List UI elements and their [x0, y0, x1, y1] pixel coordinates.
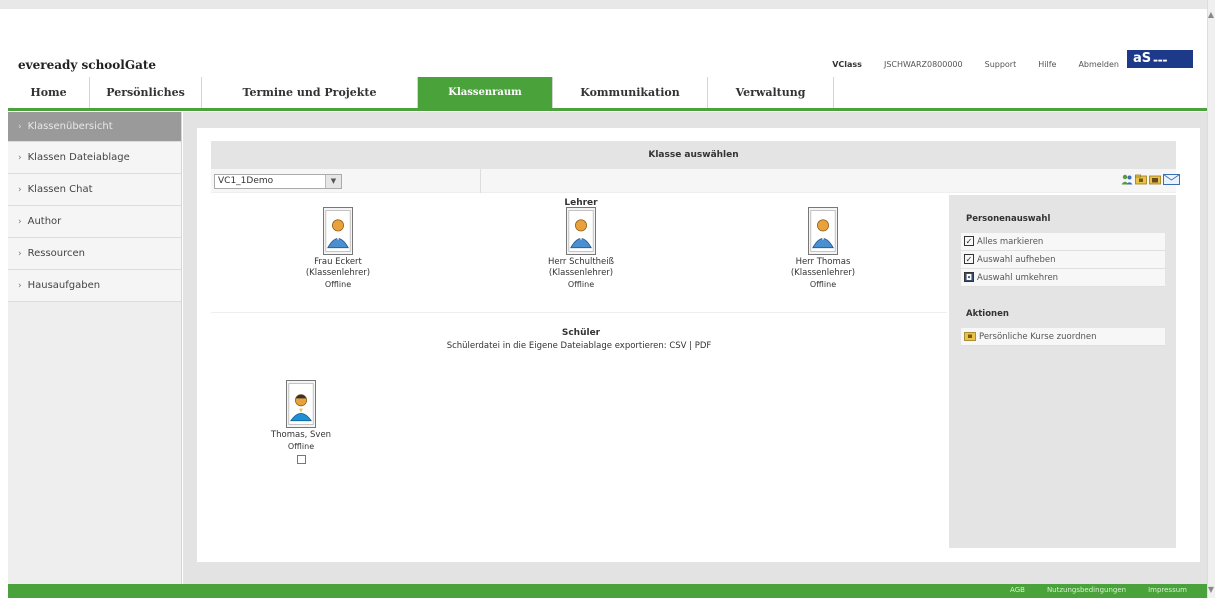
- sidebar-item-ressourcen[interactable]: › Ressourcen: [8, 238, 181, 270]
- tab-klassenraum[interactable]: Klassenraum: [418, 77, 553, 108]
- logo-text: aS: [1133, 51, 1152, 66]
- teacher-status: Offline: [324, 280, 352, 289]
- teacher-avatar-icon: [323, 207, 353, 255]
- sidebar-item-label: Klassen Chat: [27, 184, 93, 195]
- deselect-label: Auswahl aufheben: [977, 255, 1056, 265]
- checkbox-checked-icon: ✓: [964, 253, 974, 264]
- class-select-header: Klasse auswählen: [211, 141, 1176, 169]
- company-logo: aS ▬▬▬: [1127, 50, 1193, 68]
- email-icon[interactable]: [1163, 174, 1180, 185]
- teacher-name: Frau Eckert: [314, 257, 362, 267]
- help-link[interactable]: Hilfe: [1038, 60, 1056, 69]
- vclass-label: VClass: [832, 60, 862, 69]
- tab-verwaltung[interactable]: Verwaltung: [708, 77, 834, 108]
- students-label: Schüler: [561, 328, 601, 338]
- student-name: Thomas, Sven: [270, 430, 332, 440]
- top-strip: [0, 0, 1207, 9]
- teacher-card[interactable]: Herr Thomas (Klassenlehrer) Offline: [768, 207, 878, 290]
- app-title: eveready schoolGate: [18, 58, 157, 72]
- sidebar-item-label: Ressourcen: [27, 248, 86, 259]
- chevron-right-icon: ›: [18, 122, 22, 132]
- teacher-role: (Klassenlehrer): [548, 268, 614, 278]
- teacher-avatar-icon: [808, 207, 838, 255]
- chevron-down-icon[interactable]: ▼: [325, 175, 341, 188]
- user-name: JSCHWARZ0800000: [883, 60, 963, 69]
- sidebar-item-hausaufgaben[interactable]: › Hausaufgaben: [8, 270, 181, 302]
- folder-icon: [964, 331, 976, 341]
- users-icon[interactable]: [1121, 174, 1133, 185]
- assign-courses-button[interactable]: Persönliche Kurse zuordnen: [961, 328, 1165, 346]
- class-select-dropdown[interactable]: VC1_1Demo ▼: [214, 174, 342, 189]
- header-links: VClass JSCHWARZ0800000 Support Hilfe Abm…: [810, 60, 1119, 69]
- tab-termine-projekte[interactable]: Termine und Projekte: [202, 77, 418, 108]
- agb-link[interactable]: AGB: [1010, 586, 1025, 594]
- teacher-role: (Klassenlehrer): [790, 268, 856, 278]
- footer-links: AGB Nutzungsbedingungen Impressum: [988, 586, 1187, 594]
- tab-persoenliches[interactable]: Persönliches: [90, 77, 202, 108]
- chevron-right-icon: ›: [18, 153, 22, 163]
- terms-link[interactable]: Nutzungsbedingungen: [1047, 586, 1126, 594]
- footer: AGB Nutzungsbedingungen Impressum: [8, 584, 1207, 598]
- sidebar-item-klassen-chat[interactable]: › Klassen Chat: [8, 174, 181, 206]
- sidebar-item-klassen-dateiablage[interactable]: › Klassen Dateiablage: [8, 142, 181, 174]
- main-nav: Home Persönliches Termine und Projekte K…: [8, 77, 1207, 111]
- invert-selection-button[interactable]: ◘ Auswahl umkehren: [961, 269, 1165, 287]
- chevron-right-icon: ›: [18, 217, 22, 227]
- checkbox-checked-icon: ✓: [964, 235, 974, 246]
- browser-page: ▲ ▼ eveready schoolGate VClass JSCHWARZ0…: [0, 0, 1215, 598]
- scroll-down-arrow-icon[interactable]: ▼: [1207, 585, 1215, 597]
- sidebar-item-label: Author: [27, 216, 62, 227]
- support-link[interactable]: Support: [985, 60, 1017, 69]
- toolbar-icons: [1121, 174, 1180, 185]
- image-folder-icon[interactable]: [1149, 174, 1161, 185]
- student-checkbox[interactable]: [296, 455, 306, 464]
- divider: [480, 169, 481, 193]
- teacher-name: Herr Schultheiß: [547, 257, 615, 267]
- sidebar-item-author[interactable]: › Author: [8, 206, 181, 238]
- teacher-status: Offline: [567, 280, 595, 289]
- class-select-value: VC1_1Demo: [218, 176, 274, 186]
- teacher-avatar-icon: [566, 207, 596, 255]
- select-all-label: Alles markieren: [977, 237, 1044, 247]
- logout-link[interactable]: Abmelden: [1078, 60, 1119, 69]
- student-card[interactable]: Thomas, Sven Offline: [246, 380, 356, 464]
- folder-icon[interactable]: [1135, 174, 1147, 185]
- teacher-status: Offline: [809, 280, 837, 289]
- scroll-up-arrow-icon[interactable]: ▲: [1207, 10, 1215, 22]
- imprint-link[interactable]: Impressum: [1148, 586, 1187, 594]
- deselect-button[interactable]: ✓ Auswahl aufheben: [961, 251, 1165, 269]
- checkbox-invert-icon: ◘: [964, 271, 974, 282]
- export-students-text[interactable]: Schülerdatei in die Eigene Dateiablage e…: [211, 341, 947, 351]
- assign-courses-label: Persönliche Kurse zuordnen: [979, 332, 1097, 342]
- select-all-button[interactable]: ✓ Alles markieren: [961, 233, 1165, 251]
- sidebar: › Klassenübersicht › Klassen Dateiablage ›…: [8, 112, 182, 584]
- teacher-name: Herr Thomas: [795, 257, 851, 267]
- sidebar-item-label: Hausaufgaben: [27, 280, 101, 291]
- student-avatar-icon: [286, 380, 316, 428]
- teacher-card[interactable]: Frau Eckert (Klassenlehrer) Offline: [283, 207, 393, 290]
- class-select-row: [211, 169, 1176, 193]
- chevron-right-icon: ›: [18, 185, 22, 195]
- tab-kommunikation[interactable]: Kommunikation: [553, 77, 708, 108]
- selection-title: Personenauswahl: [966, 214, 1051, 224]
- chevron-right-icon: ›: [18, 281, 22, 291]
- vertical-scrollbar[interactable]: [1207, 0, 1215, 598]
- teacher-card[interactable]: Herr Schultheiß (Klassenlehrer) Offline: [526, 207, 636, 290]
- invert-label: Auswahl umkehren: [977, 273, 1059, 283]
- sidebar-item-label: Klassenübersicht: [27, 121, 113, 132]
- teacher-role: (Klassenlehrer): [305, 268, 371, 278]
- sidebar-item-label: Klassen Dateiablage: [27, 152, 130, 163]
- student-status: Offline: [287, 442, 315, 451]
- actions-title: Aktionen: [966, 309, 1009, 319]
- chevron-right-icon: ›: [18, 249, 22, 259]
- sidebar-item-klassenuebersicht[interactable]: › Klassenübersicht: [8, 112, 181, 142]
- tab-home[interactable]: Home: [8, 77, 90, 108]
